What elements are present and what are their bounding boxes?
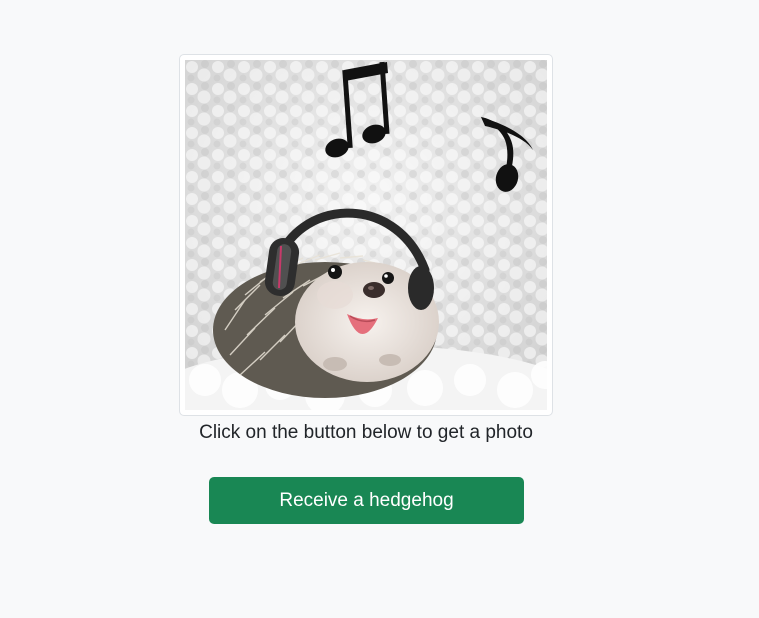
photo-caption: Click on the button below to get a photo [199, 422, 533, 443]
hedgehog-photo [185, 60, 547, 410]
receive-hedgehog-button[interactable]: Receive a hedgehog [209, 477, 524, 524]
photo-frame [179, 54, 553, 416]
